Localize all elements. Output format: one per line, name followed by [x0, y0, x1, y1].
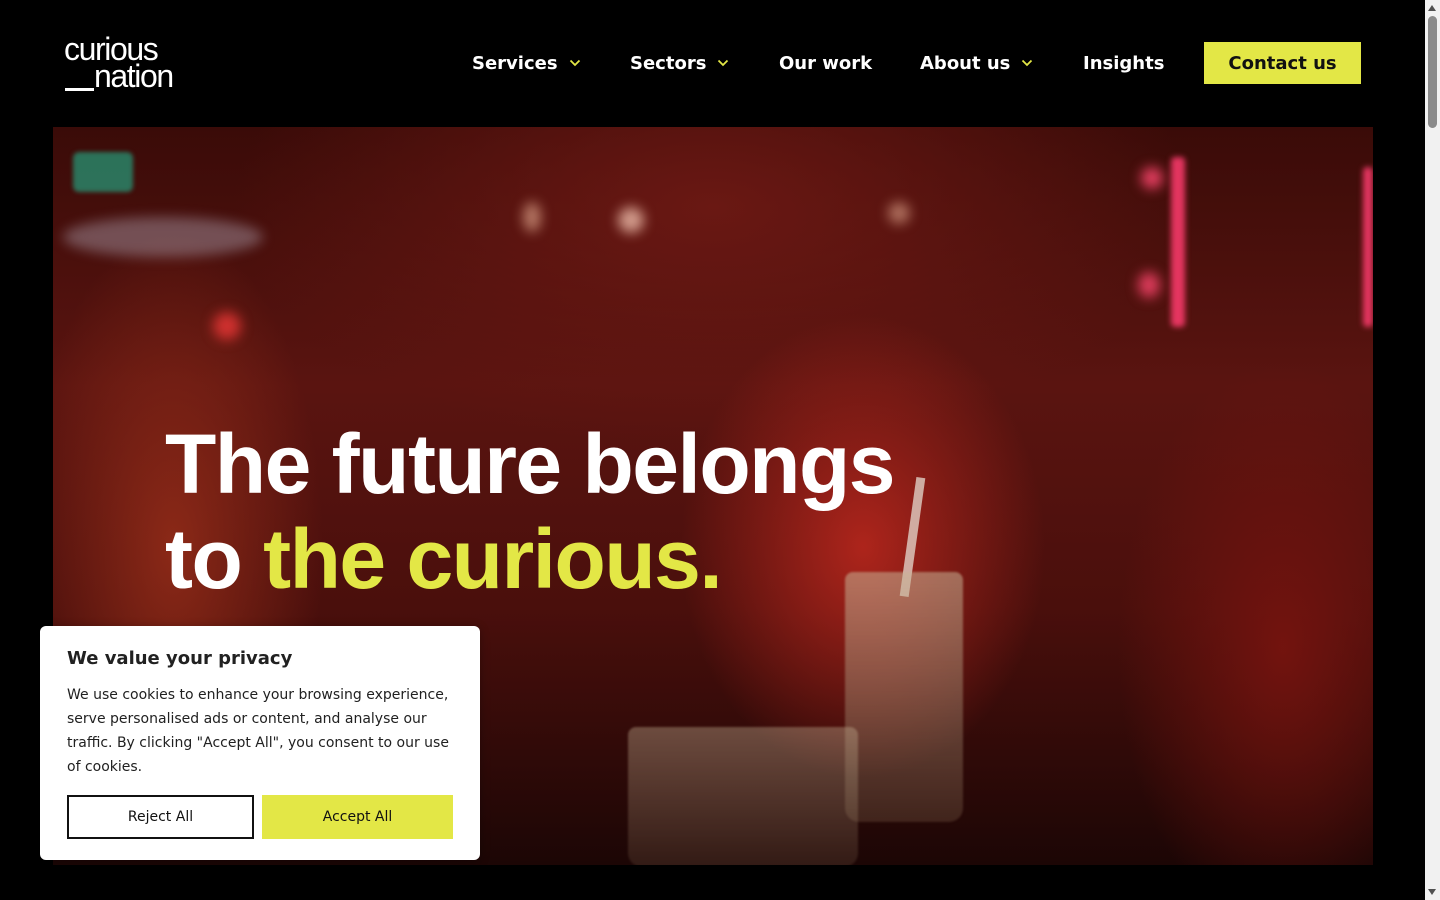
- logo-underscore: [65, 88, 94, 91]
- nav-item-sectors[interactable]: Sectors: [630, 42, 729, 84]
- scroll-down-arrow-icon[interactable]: [1428, 889, 1436, 895]
- nav-item-label: Insights: [1083, 52, 1165, 74]
- bg-light: [1138, 272, 1160, 298]
- logo-text-nation: nation: [94, 58, 174, 94]
- hero-heading: The future belongs to the curious.: [165, 417, 896, 607]
- bg-glass: [628, 727, 858, 865]
- cookie-consent-banner: We value your privacy We use cookies to …: [40, 626, 480, 860]
- nav-item-label: About us: [920, 52, 1011, 74]
- chevron-down-icon: [718, 59, 729, 67]
- nav-item-insights[interactable]: Insights: [1083, 42, 1164, 84]
- logo[interactable]: curious nation: [64, 33, 188, 93]
- page-scrollbar[interactable]: [1425, 0, 1440, 900]
- bg-sign: [73, 152, 133, 192]
- contact-us-button[interactable]: Contact us: [1204, 42, 1361, 84]
- bg-neon: [1363, 167, 1373, 327]
- bg-neon: [1171, 157, 1185, 327]
- page: curious nation Services Sectors Our work…: [0, 0, 1440, 900]
- bg-glass: [845, 572, 963, 822]
- hero-heading-line2-prefix: to: [165, 512, 264, 606]
- chevron-down-icon: [1022, 59, 1033, 67]
- hero-heading-line1: The future belongs: [165, 417, 896, 511]
- bg-light: [618, 207, 644, 233]
- nav-item-about-us[interactable]: About us: [920, 42, 1033, 84]
- cookie-title: We value your privacy: [67, 648, 293, 669]
- cookie-description: We use cookies to enhance your browsing …: [67, 687, 449, 775]
- nav-item-label: Our work: [779, 52, 873, 74]
- reject-all-button[interactable]: Reject All: [67, 795, 254, 839]
- nav-item-our-work[interactable]: Our work: [779, 42, 872, 84]
- chevron-down-icon: [569, 59, 580, 67]
- nav-item-services[interactable]: Services: [472, 42, 581, 84]
- bg-light: [523, 202, 541, 232]
- bg-light: [1141, 167, 1163, 189]
- bg-light: [213, 312, 241, 340]
- hero-heading-accent: the curious.: [263, 512, 723, 606]
- accept-all-button[interactable]: Accept All: [262, 795, 453, 839]
- bg-light: [888, 202, 910, 224]
- scrollbar-thumb[interactable]: [1428, 16, 1437, 128]
- nav-item-label: Sectors: [630, 52, 707, 74]
- scroll-up-arrow-icon[interactable]: [1428, 5, 1436, 11]
- bg-light: [63, 217, 263, 257]
- nav-item-label: Services: [472, 52, 558, 74]
